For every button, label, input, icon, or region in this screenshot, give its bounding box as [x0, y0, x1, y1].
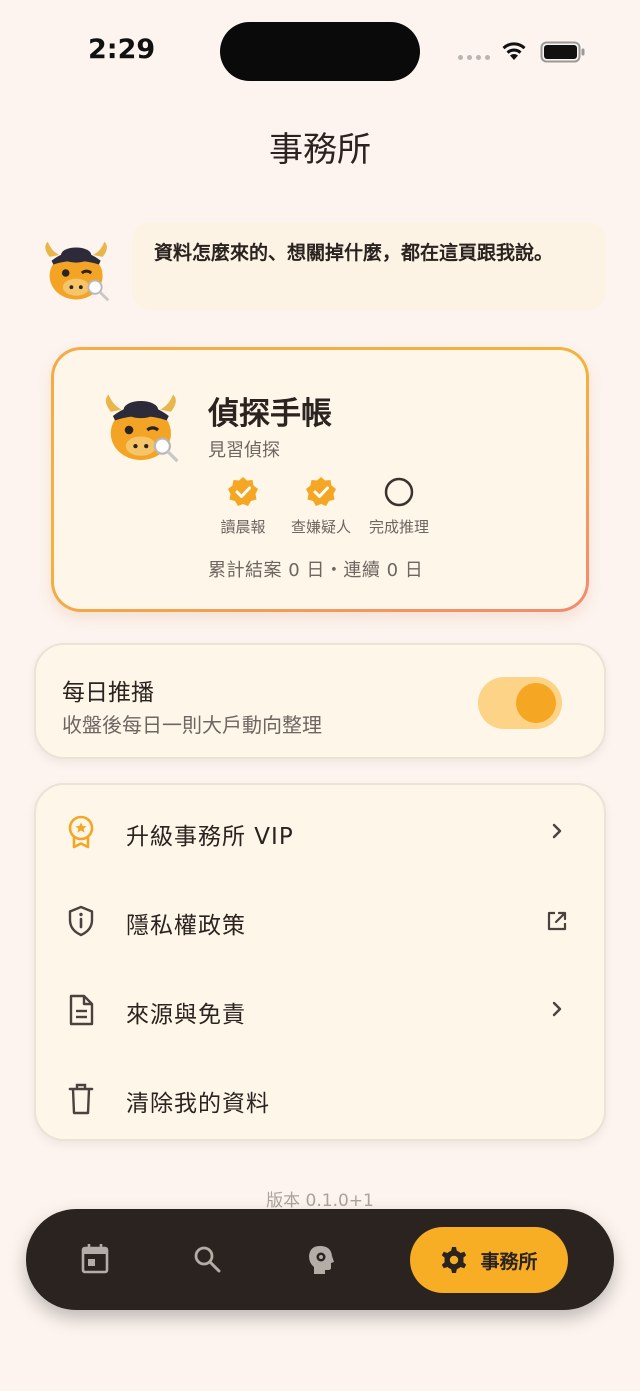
detective-notebook-card[interactable]: 偵探手帳 見習偵探 讀晨報 查嫌疑人 完成推理 累計結案 0 日・連續 0 日 [51, 347, 589, 612]
battery-icon [540, 41, 585, 63]
menu-label: 清除我的資料 [126, 1091, 270, 1117]
menu-item-clear-data[interactable]: 清除我的資料 [36, 1054, 604, 1143]
shield-info-icon [68, 905, 94, 937]
status-bar: 2:29 [0, 0, 640, 100]
card-title: 偵探手帳 [208, 396, 332, 432]
daily-tasks: 讀晨報 查嫌疑人 完成推理 [204, 476, 438, 537]
head-gear-icon[interactable] [306, 1243, 336, 1275]
chevron-right-icon [552, 1001, 562, 1017]
trash-icon [68, 1083, 94, 1115]
menu-item-upgrade-vip[interactable]: 升級事務所 VIP [36, 787, 604, 876]
gear-icon [442, 1247, 467, 1273]
case-stats: 累計結案 0 日・連續 0 日 [208, 560, 424, 581]
settings-menu: 升級事務所 VIP 隱私權政策 來源與免責 清除我的資料 [34, 783, 606, 1141]
bottom-nav: 事務所 [26, 1209, 614, 1310]
empty-circle-icon [384, 477, 414, 507]
external-link-icon [547, 911, 567, 931]
toggle-knob [516, 683, 556, 723]
calendar-icon[interactable] [80, 1243, 110, 1275]
wifi-icon [502, 42, 526, 60]
app-version: 版本 0.1.0+1 [266, 1191, 374, 1211]
bull-detective-mascot-icon [105, 394, 179, 463]
menu-item-sources-disclaimer[interactable]: 來源與免責 [36, 965, 604, 1054]
search-icon[interactable] [192, 1243, 222, 1275]
tab-office[interactable]: 事務所 [410, 1227, 568, 1293]
chevron-right-icon [552, 823, 562, 839]
dynamic-island [220, 22, 420, 81]
menu-label: 來源與免責 [126, 1002, 246, 1028]
verified-check-icon [306, 477, 336, 506]
award-icon [68, 815, 94, 849]
push-toggle[interactable] [478, 677, 562, 729]
menu-label: 升級事務所 VIP [126, 824, 294, 850]
rank-label: 見習偵探 [208, 440, 280, 461]
menu-item-privacy-policy[interactable]: 隱私權政策 [36, 876, 604, 965]
daily-push-card: 每日推播 收盤後每日一則大戶動向整理 [34, 643, 606, 759]
push-subtitle: 收盤後每日一則大戶動向整理 [62, 713, 322, 737]
push-title: 每日推播 [62, 680, 154, 706]
mascot-speech-bubble: 資料怎麼來的、想關掉什麼，都在這頁跟我說。 [132, 222, 606, 310]
task-read-morning-report: 讀晨報 [204, 476, 282, 537]
page-title: 事務所 [269, 130, 371, 170]
menu-label: 隱私權政策 [126, 913, 246, 939]
verified-check-icon [228, 477, 258, 506]
task-check-suspects: 查嫌疑人 [282, 476, 360, 537]
signal-dots-icon [458, 55, 490, 60]
task-complete-deduction: 完成推理 [360, 476, 438, 537]
bull-detective-mascot-icon [45, 241, 110, 302]
document-icon [69, 994, 94, 1026]
status-time: 2:29 [88, 34, 156, 65]
tab-office-label: 事務所 [480, 1250, 538, 1273]
